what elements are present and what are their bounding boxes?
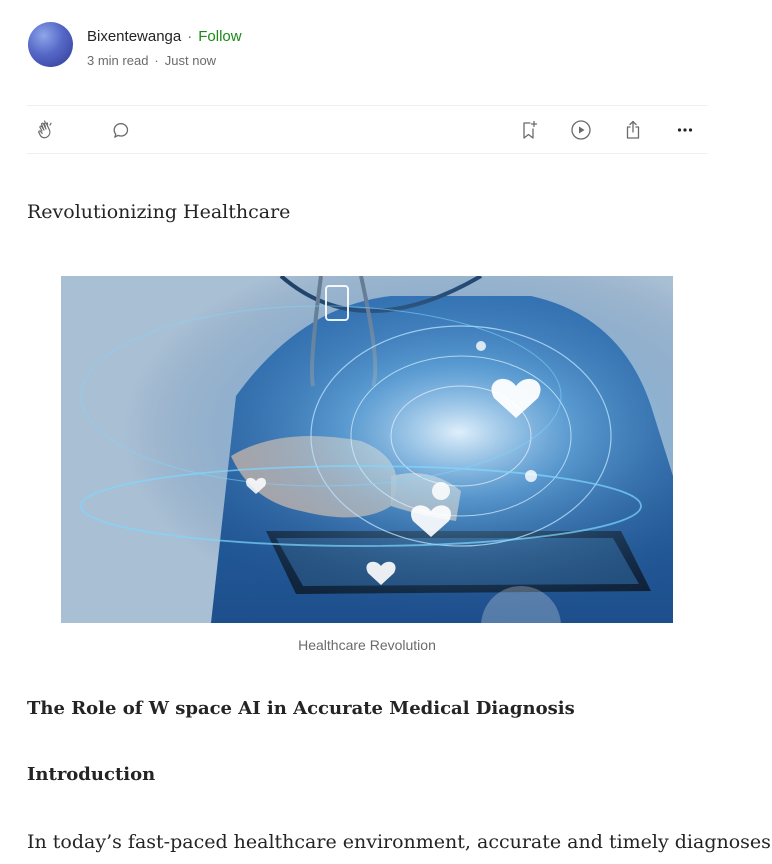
follow-button[interactable]: Follow	[198, 28, 241, 45]
image-caption: Healthcare Revolution	[298, 637, 436, 653]
share-icon[interactable]	[621, 118, 645, 142]
section-heading: The Role of W space AI in Accurate Medic…	[27, 698, 575, 719]
read-time: 3 min read	[87, 53, 149, 68]
separator-dot: ·	[187, 28, 193, 45]
article-subtitle: Revolutionizing Healthcare	[27, 201, 291, 223]
author-line: Bixentewanga · Follow	[87, 27, 242, 47]
intro-heading: Introduction	[27, 764, 156, 785]
play-icon[interactable]	[569, 118, 593, 142]
action-bar	[27, 105, 708, 154]
article-paragraph: In today’s fast-paced healthcare environ…	[27, 831, 771, 853]
read-meta: 3 min read · Just now	[87, 52, 242, 70]
publish-time: Just now	[164, 53, 217, 68]
clap-icon[interactable]	[35, 118, 59, 142]
avatar[interactable]	[28, 22, 73, 67]
comment-icon[interactable]	[109, 118, 133, 142]
separator-dot: ·	[154, 53, 159, 68]
author-header: Bixentewanga · Follow 3 min read · Just now	[28, 22, 242, 70]
more-icon[interactable]	[673, 118, 697, 142]
author-meta: Bixentewanga · Follow 3 min read · Just now	[87, 22, 242, 70]
hero-image	[61, 276, 673, 623]
bookmark-add-icon[interactable]	[517, 118, 541, 142]
author-name[interactable]: Bixentewanga	[87, 28, 181, 45]
